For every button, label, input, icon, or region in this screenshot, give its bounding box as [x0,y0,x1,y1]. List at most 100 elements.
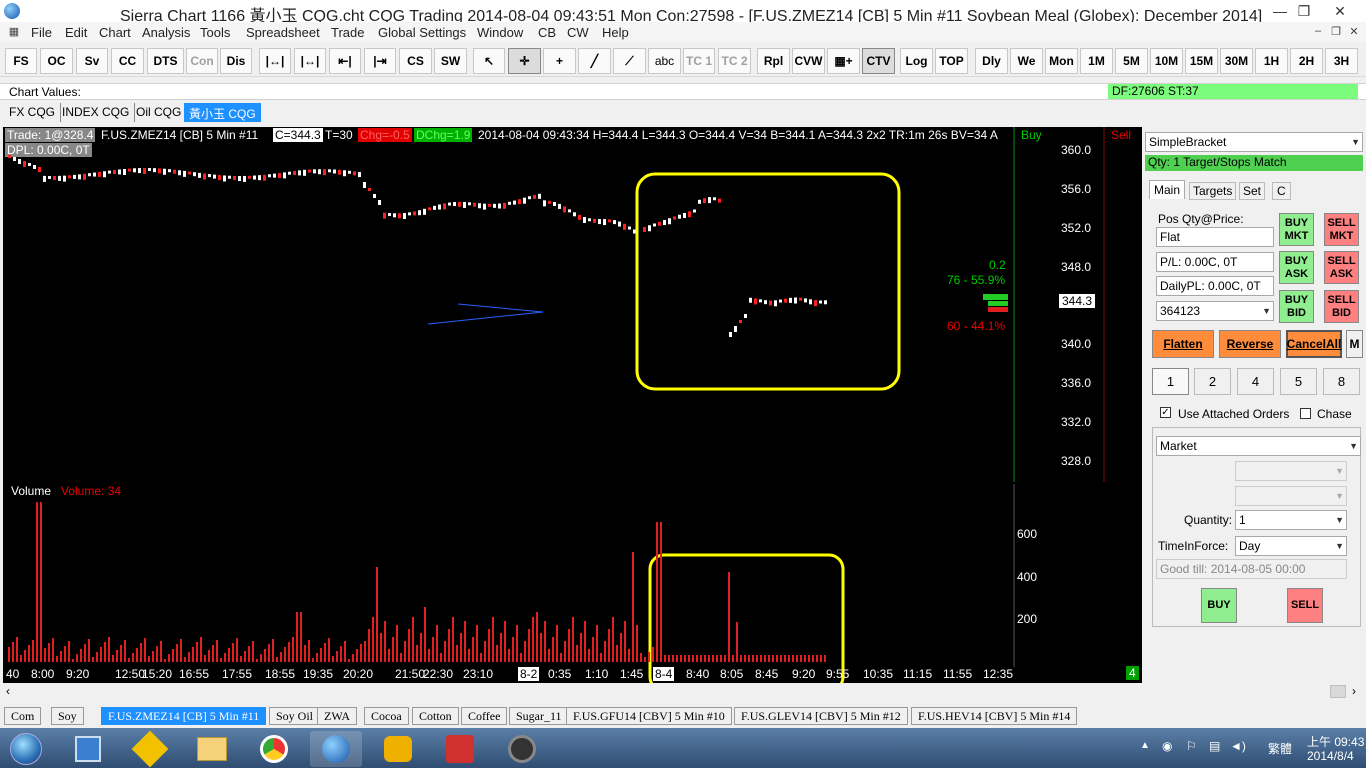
top-button[interactable]: TOP [935,48,968,74]
mdi-icon[interactable]: ▦ [6,25,22,39]
more-button[interactable]: M [1346,330,1363,358]
scroll-thumb[interactable] [1330,685,1346,698]
sierra-chart-icon[interactable] [310,731,362,767]
chase-checkbox[interactable] [1300,408,1311,419]
ray-tool-icon[interactable]: ⟋ [613,48,646,74]
scroll-left-icon[interactable]: ‹ [6,684,10,698]
cvw-button[interactable]: CVW [792,48,825,74]
good-till-field[interactable]: Good till: 2014-08-05 00:00 [1156,559,1347,579]
flatten-button[interactable]: Flatten [1152,330,1214,358]
tab-set[interactable]: Set [1239,182,1266,200]
log-button[interactable]: Log [900,48,933,74]
start-icon[interactable] [2,731,50,767]
cc-button[interactable]: CC [111,48,144,74]
menu-global-settings[interactable]: Global Settings [378,25,466,40]
chrome-icon[interactable] [248,731,300,767]
fs-button[interactable]: FS [5,48,37,74]
tray-icon-disc[interactable]: ◉ [1162,739,1172,753]
ime-indicator[interactable]: 繁體 [1268,740,1292,757]
tab-cotton[interactable]: Cotton [412,707,459,725]
restore-button[interactable]: ❐ [1290,0,1318,22]
tray-expand-icon[interactable]: ▲ [1140,740,1150,751]
ctv-button[interactable]: CTV [862,48,895,74]
horizontal-scrollbar[interactable]: ‹ › [0,683,1366,700]
trading-app-icon[interactable] [434,731,486,767]
mdi-restore-icon[interactable]: ❐ [1328,25,1344,39]
grid-plus-icon[interactable]: ▦+ [827,48,860,74]
tc2-button[interactable]: TC 2 [718,48,751,74]
tab-c[interactable]: C [1272,182,1291,200]
app-key-icon[interactable] [124,730,176,768]
qty-5-button[interactable]: 5 [1280,368,1317,395]
network-icon[interactable]: ▤ [1209,739,1220,753]
line-tool-icon[interactable]: ╱ [578,48,611,74]
mdi-minimize-icon[interactable]: – [1310,25,1326,39]
2h-button[interactable]: 2H [1290,48,1323,74]
tab-active-chartbook[interactable]: 黃小玉 CQG [184,103,261,122]
oc-button[interactable]: OC [40,48,73,74]
tab-main[interactable]: Main [1149,180,1186,199]
1h-button[interactable]: 1H [1255,48,1288,74]
tc1-button[interactable]: TC 1 [683,48,715,74]
tab-glev14[interactable]: F.US.GLEV14 [CBV] 5 Min #12 [734,707,908,725]
quantity-select[interactable]: 1 ▼ [1235,510,1347,530]
rpl-button[interactable]: Rpl [757,48,790,74]
clock-time[interactable]: 上午 09:43 [1307,733,1364,750]
buy-ask-button[interactable]: BUY ASK [1279,251,1314,284]
account-select[interactable]: 364123 ▼ [1156,301,1274,321]
measure-icon[interactable]: |↔| [259,48,291,74]
weekly-button[interactable]: We [1010,48,1043,74]
camera-icon[interactable] [496,731,548,767]
con-button[interactable]: Con [186,48,218,74]
qty-4-button[interactable]: 4 [1237,368,1274,395]
volume-icon[interactable]: ◄) [1230,739,1246,753]
app-icon[interactable] [4,3,20,19]
pointer-icon[interactable]: ↖ [473,48,505,74]
menu-chart[interactable]: Chart [99,25,131,40]
tab-hev14[interactable]: F.US.HEV14 [CBV] 5 Min #14 [911,707,1078,725]
sv-button[interactable]: Sv [76,48,108,74]
split-right-icon[interactable]: |⇥ [364,48,396,74]
menu-tools[interactable]: Tools [200,25,230,40]
tab-zwa[interactable]: ZWA [317,707,357,725]
tab-zmez14[interactable]: F.US.ZMEZ14 [CB] 5 Min #11 [101,707,267,725]
bracket-select[interactable]: SimpleBracket ▼ [1145,132,1363,152]
reverse-button[interactable]: Reverse [1219,330,1281,358]
tab-index-cqg[interactable]: INDEX CQG [57,103,136,122]
sell-ask-button[interactable]: SELL ASK [1324,251,1359,284]
sell-market-button[interactable]: SELL MKT [1324,213,1359,246]
menu-window[interactable]: Window [477,25,523,40]
close-button[interactable]: ✕ [1326,0,1354,22]
window-switcher-icon[interactable] [62,731,114,767]
dts-button[interactable]: DTS [147,48,184,74]
dly-button[interactable]: Dly [975,48,1008,74]
tab-sugar-11[interactable]: Sugar_11 [509,707,569,725]
cs-button[interactable]: CS [399,48,432,74]
crosshair-icon[interactable]: ✛ [508,48,541,74]
file-explorer-icon[interactable] [186,731,238,767]
tab-gfu14[interactable]: F.US.GFU14 [CBV] 5 Min #10 [566,707,732,725]
sell-bid-button[interactable]: SELL BID [1324,290,1359,323]
menu-file[interactable]: File [31,25,52,40]
price-1-select[interactable]: ▼ [1235,461,1347,481]
menu-edit[interactable]: Edit [65,25,87,40]
split-left-icon[interactable]: ⇤| [329,48,361,74]
scroll-right-icon[interactable]: › [1352,684,1356,698]
sell-button[interactable]: SELL [1287,588,1323,623]
tab-fx-cqg[interactable]: FX CQG [4,103,62,122]
buy-bid-button[interactable]: BUY BID [1279,290,1314,323]
qty-8-button[interactable]: 8 [1323,368,1360,395]
measure-bars-icon[interactable]: |↔| [294,48,326,74]
tab-targets[interactable]: Targets [1189,182,1237,200]
qty-2-button[interactable]: 2 [1194,368,1231,395]
text-tool-button[interactable]: abc [648,48,681,74]
1m-button[interactable]: 1M [1080,48,1113,74]
menu-cb[interactable]: CB [538,25,556,40]
3h-button[interactable]: 3H [1325,48,1358,74]
cursor-plus-icon[interactable]: + [543,48,576,74]
30m-button[interactable]: 30M [1220,48,1253,74]
clock-date[interactable]: 2014/8/4 [1307,749,1354,763]
tab-oil-cqg[interactable]: Oil CQG [131,103,188,122]
price-2-select[interactable]: ▼ [1235,486,1347,506]
attached-orders-checkbox[interactable]: ✓ [1160,407,1171,418]
